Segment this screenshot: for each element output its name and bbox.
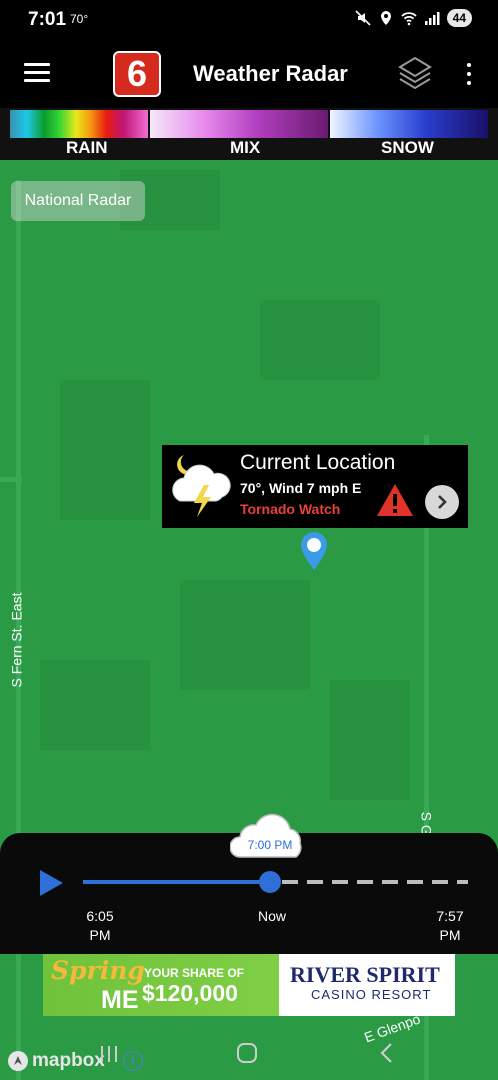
battery-indicator: 44 <box>446 9 472 27</box>
map-terrain-patch <box>40 660 150 750</box>
location-icon <box>380 11 391 25</box>
timeline-elapsed[interactable] <box>83 880 270 884</box>
current-location-popup[interactable]: Current Location 70°, Wind 7 mph E Torna… <box>162 445 468 528</box>
recent-apps-icon[interactable] <box>94 1038 124 1068</box>
status-bar: 7:01 70° 44 <box>0 0 498 42</box>
back-icon[interactable] <box>372 1038 402 1068</box>
ad-brand-sub: CASINO RESORT <box>311 987 432 1002</box>
start-period: PM <box>89 927 111 943</box>
current-time-label: 7:00 PM <box>247 838 293 852</box>
now-label: Now <box>257 908 286 924</box>
street-label-fern: S Fern St. East <box>8 592 25 688</box>
start-time-label: 6:05 PM <box>80 907 120 945</box>
legend-mix-scale <box>150 110 328 138</box>
station-logo: 6 <box>113 51 161 97</box>
navigation-bar: mapbox i <box>0 1016 498 1080</box>
legend-rain-label: RAIN <box>66 138 108 157</box>
status-time: 7:01 <box>28 9 67 30</box>
start-time: 6:05 <box>86 908 114 924</box>
national-radar-button[interactable]: National Radar <box>11 181 145 221</box>
timeline-remaining[interactable] <box>282 880 468 884</box>
legend-mix-label: MIX <box>230 138 261 157</box>
legend-snow-label: SNOW <box>381 138 434 157</box>
legend-color-bar <box>10 110 488 138</box>
popup-details-button[interactable] <box>425 485 459 519</box>
app-bar: 6 Weather Radar <box>0 42 498 108</box>
status-temp: 70° <box>70 12 89 26</box>
info-icon[interactable]: i <box>123 1051 143 1071</box>
map-road <box>0 477 22 482</box>
hamburger-menu-icon[interactable] <box>24 61 50 85</box>
mute-icon <box>355 10 371 26</box>
warning-icon[interactable] <box>375 482 415 518</box>
ad-brand: RIVER SPIRIT <box>290 962 440 987</box>
play-icon[interactable] <box>36 868 66 898</box>
overflow-menu-icon[interactable] <box>463 62 475 86</box>
precipitation-legend: RAIN MIX SNOW <box>0 108 498 160</box>
legend-snow-scale <box>330 110 488 138</box>
layers-icon[interactable] <box>396 54 434 94</box>
home-icon[interactable] <box>232 1038 262 1068</box>
ad-banner[interactable]: Spring ME YOUR SHARE OF $120,000 RIVER S… <box>43 954 455 1016</box>
signal-icon <box>424 12 440 25</box>
wifi-icon <box>401 12 417 26</box>
page-title: Weather Radar <box>193 61 348 86</box>
ad-promo-panel: Spring ME YOUR SHARE OF $120,000 <box>43 954 279 1016</box>
end-time: 7:57 <box>436 908 464 924</box>
timeline-scrubber[interactable] <box>259 871 281 893</box>
mapbox-icon <box>8 1051 28 1071</box>
current-time-cloud <box>230 813 302 858</box>
location-pin-icon[interactable] <box>297 530 331 574</box>
ad-headline: Spring <box>51 956 145 985</box>
ad-amount: $120,000 <box>142 980 238 1006</box>
popup-title: Current Location <box>240 451 396 474</box>
popup-alert[interactable]: Tornado Watch <box>240 501 340 517</box>
map-terrain-patch <box>180 580 310 690</box>
chevron-right-icon <box>438 495 447 509</box>
status-icons: 44 <box>355 9 472 27</box>
mapbox-logo: mapbox <box>7 1050 105 1072</box>
map-terrain-patch <box>330 680 410 800</box>
legend-rain-scale <box>10 110 148 138</box>
popup-conditions: 70°, Wind 7 mph E <box>240 480 362 496</box>
end-time-label: 7:57 PM <box>430 907 470 945</box>
end-period: PM <box>439 927 461 943</box>
map-terrain-patch <box>60 380 150 520</box>
ad-your-share: YOUR SHARE OF <box>144 966 245 980</box>
map-terrain-patch <box>260 300 380 380</box>
ad-me: ME <box>101 986 139 1014</box>
thunderstorm-night-icon <box>172 455 231 517</box>
